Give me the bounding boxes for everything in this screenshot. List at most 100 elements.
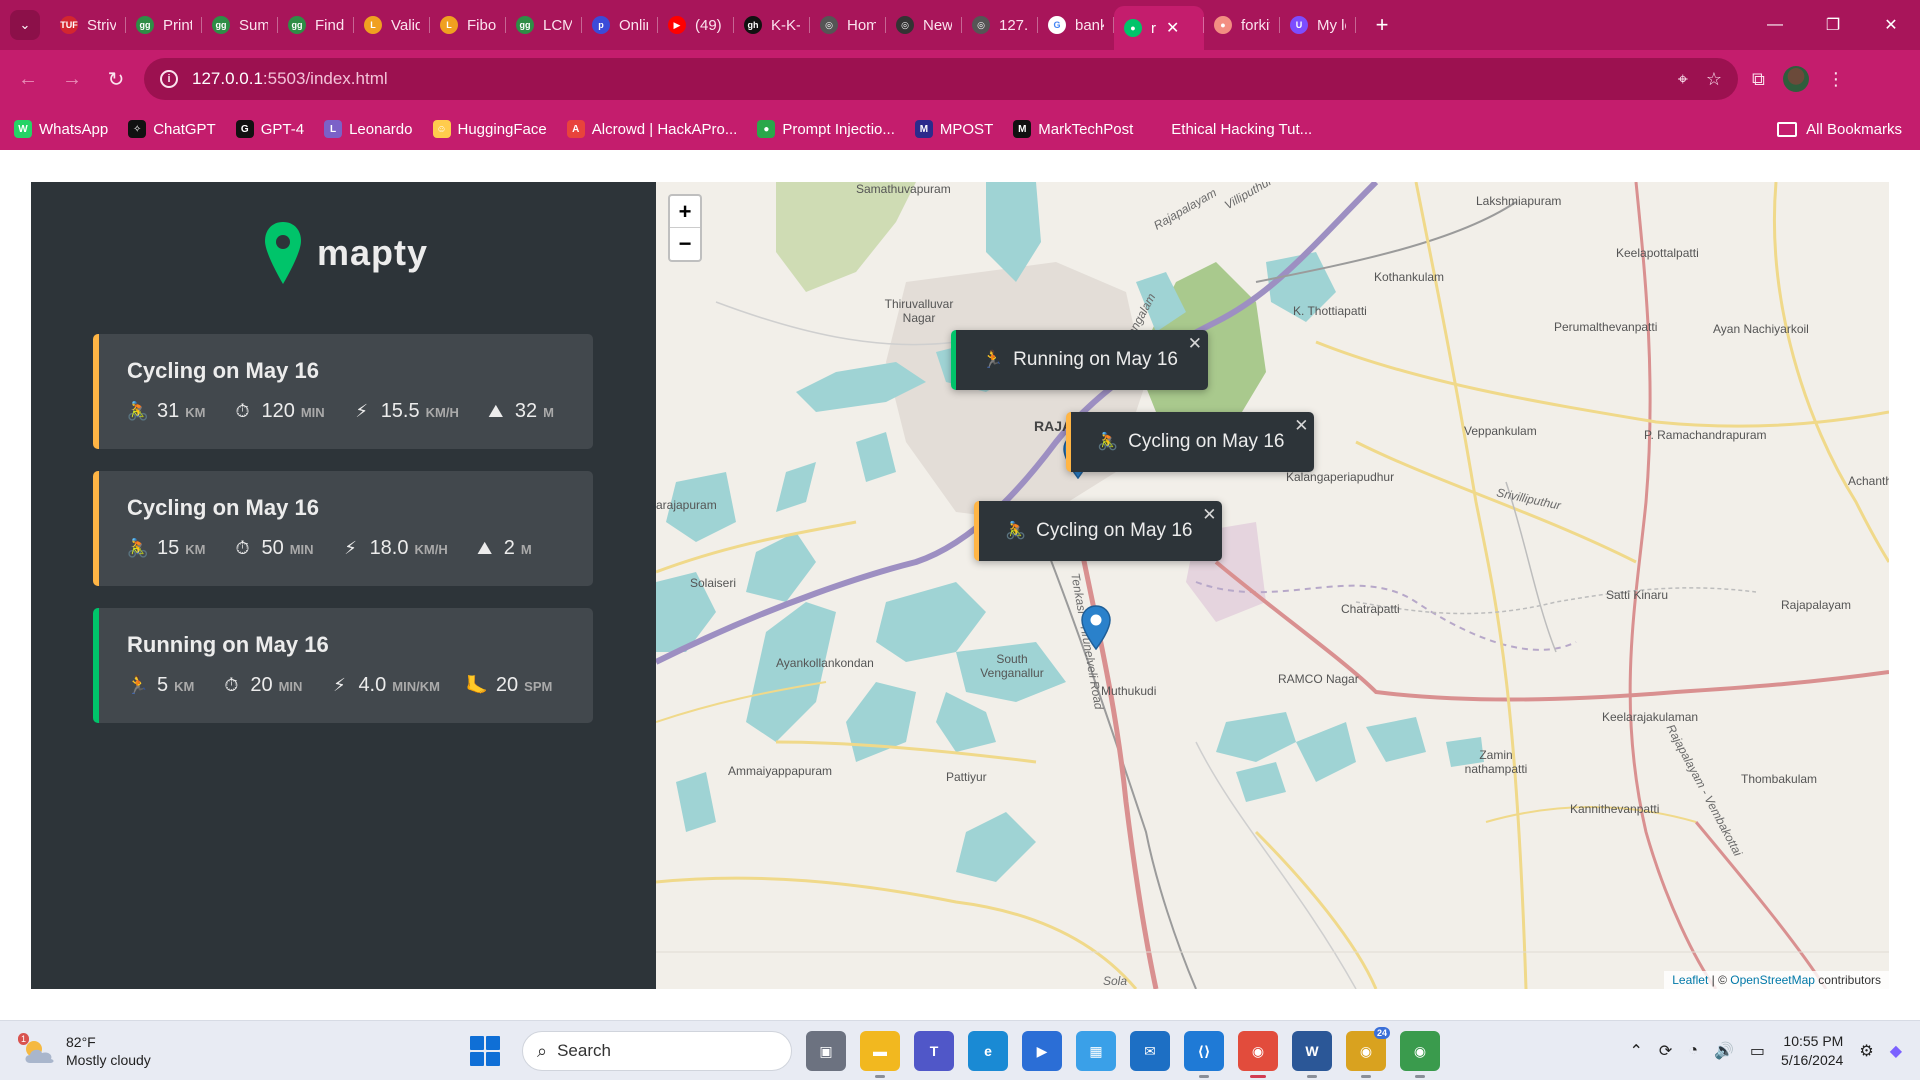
browser-tab[interactable]: gg LCM [506,6,582,44]
menu-icon[interactable]: ⋮ [1827,69,1845,90]
workout-card-cycling[interactable]: Cycling on May 16 🚴 15 km ⏱ 50 min ⚡ 18.0 km/h ⛰ 2 m [93,471,593,586]
bookmark-star-icon[interactable]: ☆ [1706,69,1722,90]
word-icon[interactable]: W [1292,1031,1332,1078]
vscode-icon[interactable]: ⟨⟩ [1184,1031,1224,1078]
chrome-icon[interactable]: ◉ [1238,1031,1278,1078]
zoom-in-button[interactable]: + [670,196,700,228]
workout-card-cycling[interactable]: Cycling on May 16 🚴 31 km ⏱ 120 min ⚡ 15.5 km/h ⛰ 3… [93,334,593,449]
popup-cycling-2[interactable]: 🚴 Cycling on May 16 ✕ [974,501,1223,576]
address-bar[interactable]: i 127.0.0.1:5503/index.html ⌖ ☆ [144,58,1738,100]
location-icon[interactable]: ⌖ [1678,69,1688,90]
popup-close-button[interactable]: ✕ [1188,334,1202,354]
bookmark-item[interactable]: G GPT-4 [235,120,304,138]
workout-detail-icon: ⏱ [235,538,250,558]
tab-label: bank [1075,16,1104,34]
bookmark-item[interactable]: ● Prompt Injectio... [757,120,895,138]
new-tab-button[interactable]: + [1368,12,1396,38]
site-info-icon[interactable]: i [160,70,178,88]
sync-icon[interactable]: ⟳ [1659,1041,1672,1061]
store-icon[interactable]: ▦ [1076,1031,1116,1071]
popup-close-button[interactable]: ✕ [1202,505,1216,525]
bookmark-label: WhatsApp [39,120,109,138]
bookmark-item[interactable]: A Alcrowd | HackAPro... [566,120,737,138]
volume-icon[interactable]: 🔊 [1714,1041,1734,1061]
browser-tab[interactable]: U My le [1280,6,1356,44]
bookmark-item[interactable]: M MPOST [914,120,993,138]
windows-start-icon[interactable] [470,1036,500,1066]
tab-favicon-icon: p [592,16,610,34]
all-bookmarks-button[interactable]: All Bookmarks [1777,121,1902,138]
bookmark-item[interactable]: Ethical Hacking Tut... [1171,121,1312,138]
zoom-out-button[interactable]: − [670,228,700,260]
bookmark-item[interactable]: ☺ HuggingFace [432,120,547,138]
map[interactable]: Samathuvapuram Rajapalayam Villiputhur Laks… [656,182,1889,989]
workout-detail-icon: ⚡ [333,675,346,695]
map-marker-cycling-2[interactable] [1081,605,1111,650]
workout-detail-icon: 🏃 [126,675,150,695]
browser-tab[interactable]: gh K-K-2 [734,6,810,44]
browser-tab[interactable]: ◎ New [886,6,962,44]
browser-tab[interactable]: p Onlin [582,6,658,44]
folder-icon [1777,121,1798,137]
workout-detail-unit: min [289,542,314,557]
bookmark-item[interactable]: L Leonardo [324,120,413,138]
browser-tab[interactable]: ◎ 127.0 [962,6,1038,44]
close-window-button[interactable]: ✕ [1862,0,1920,50]
edge-icon[interactable]: e [968,1031,1008,1071]
forward-button[interactable]: → [50,57,94,101]
popup-running[interactable]: 🏃 Running on May 16 ✕ [951,330,1208,405]
back-button[interactable]: ← [6,57,50,101]
bookmark-item[interactable]: ✧ ChatGPT [128,120,216,138]
browser-tab[interactable]: L Valid [354,6,430,44]
popup-close-button[interactable]: ✕ [1294,416,1308,436]
cycling-icon: 🚴 [1097,432,1119,451]
restore-button[interactable]: ❐ [1804,0,1862,50]
popup-text: Cycling on May 16 [1128,431,1285,452]
browser-tab[interactable]: Gbank [1038,6,1114,44]
task-view-icon[interactable]: ▣ [806,1031,846,1071]
teams-icon[interactable]: T [914,1031,954,1071]
tab-label: Find [315,16,344,34]
workout-detail-icon: ⚡ [344,538,357,558]
wifi-icon[interactable]: ◔ [1688,1042,1698,1060]
leaflet-link[interactable]: Leaflet [1672,973,1708,987]
reload-button[interactable]: ↻ [94,57,138,101]
extensions-icon[interactable]: ⧉ [1752,69,1765,90]
browser-tab[interactable]: gg Print [126,6,202,44]
browser-tab[interactable]: L Fibon [430,6,506,44]
browser-tab[interactable]: ◎ Hom [810,6,886,44]
copilot-icon[interactable]: ▶ [1022,1031,1062,1071]
minimize-button[interactable]: — [1746,0,1804,50]
battery-icon[interactable]: ▭ [1750,1041,1765,1061]
browser-tab[interactable]: ▶ (49) L [658,6,734,44]
map-place-label: Thombakulam [1741,772,1818,786]
browser-tab[interactable]: gg Find [278,6,354,44]
settings-gear-icon[interactable]: ⚙ [1859,1041,1873,1061]
popup-cycling-1[interactable]: 🚴 Cycling on May 16 ✕ [1066,412,1315,487]
bookmark-item[interactable]: M MarkTechPost [1013,120,1133,138]
mail-icon[interactable]: ✉ [1130,1031,1170,1071]
workout-card-running[interactable]: Running on May 16 🏃 5 km ⏱ 20 min ⚡ 4.0 min/km 🦶 20… [93,608,593,723]
map-place-label: Sola [1103,974,1128,988]
chevron-up-icon[interactable]: ⌃ [1630,1041,1643,1061]
browser-tab[interactable]: gg Sum [202,6,278,44]
browser-tab[interactable]: TUF Strive [50,6,126,44]
bookmark-item[interactable]: W WhatsApp [14,120,108,138]
chrome-profile-2-icon[interactable]: ◉ [1400,1031,1440,1078]
bookmark-list: W WhatsApp ✧ ChatGPT G GPT-4 L Leonardo ☺ Hugging… [14,120,1332,138]
clock[interactable]: 10:55 PM 5/16/2024 [1781,1032,1843,1070]
chrome-profile-icon[interactable]: ◉ 24 [1346,1027,1390,1078]
taskbar-search[interactable]: ⌕ Search [522,1031,792,1071]
bookmark-label: ChatGPT [153,120,216,138]
osm-link[interactable]: OpenStreetMap [1730,973,1815,987]
tab-label: 127.0 [999,16,1028,34]
tab-search-button[interactable]: ⌄ [10,10,40,40]
browser-tab[interactable]: ● forkif [1204,6,1280,44]
file-explorer-icon[interactable]: ▬ [860,1031,900,1078]
tab-close-icon[interactable]: ✕ [1166,18,1179,38]
weather-widget[interactable]: 1 82°F Mostly cloudy [18,1032,322,1069]
copilot-tray-icon[interactable]: ◆ [1890,1041,1902,1061]
profile-avatar[interactable] [1782,66,1809,92]
tab-favicon-icon: ◎ [972,16,990,34]
browser-tab[interactable]: ● r ✕ [1114,6,1204,50]
